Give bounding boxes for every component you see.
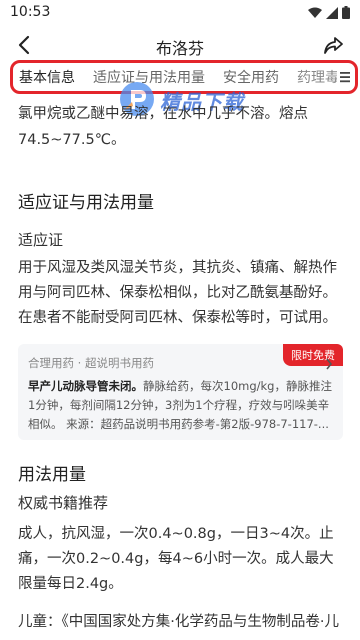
tab-pharmacology[interactable]: 药理毒: [297, 67, 339, 87]
card-body: 早产儿动脉导管未闭。静脉给药，每次10mg/kg，静脉推注1分钟，每剂间隔12分…: [28, 377, 336, 434]
signal-icon: [326, 6, 338, 19]
tab-menu-icon[interactable]: [337, 68, 353, 86]
free-badge: 限时免费: [283, 344, 343, 366]
page-title: 布洛芬: [155, 39, 204, 58]
indications-paragraph: 用于风湿及类风湿关节炎，其抗炎、镇痛、解热作用与阿司匹林、保泰松相似，比对乙酰氨…: [18, 260, 337, 326]
tab-basic-info[interactable]: 基本信息: [19, 67, 75, 87]
share-icon[interactable]: [322, 34, 344, 56]
children-dosage-line: 儿童：《中国国家处方集·化学药品与生物制品卷·儿: [18, 614, 339, 630]
dosage-paragraph: 成人，抗风湿，一次0.4~0.8g，一日3~4次。止痛，一次0.2~0.4g，每…: [18, 526, 334, 592]
status-bar: 10:53: [0, 0, 360, 26]
section-title-indications: 适应证与用法用量: [18, 193, 154, 213]
wifi-icon: [308, 7, 322, 18]
off-label-card[interactable]: 合理用药 · 超说明书用药 限时免费 早产儿动脉导管未闭。静脉给药，每次10mg…: [18, 344, 343, 440]
subsection-title-dosage: 权威书籍推荐: [18, 494, 109, 512]
status-time: 10:53: [10, 4, 51, 20]
status-icons: [308, 6, 350, 19]
section-title-dosage: 用法用量: [18, 465, 86, 485]
intro-line-2: 74.5~77.5℃。: [18, 132, 126, 148]
battery-icon: [342, 6, 350, 19]
intro-line-1: 氯甲烷或乙醚中易溶，在水中几乎不溶。熔点: [18, 106, 308, 122]
chevron-right-icon: [326, 358, 333, 370]
subsection-title-indications: 适应证: [18, 231, 64, 249]
card-bold-text: 早产儿动脉导管未闭。: [28, 379, 143, 393]
header: 布洛芬: [0, 30, 360, 62]
card-header: 合理用药 · 超说明书用药: [28, 356, 154, 370]
